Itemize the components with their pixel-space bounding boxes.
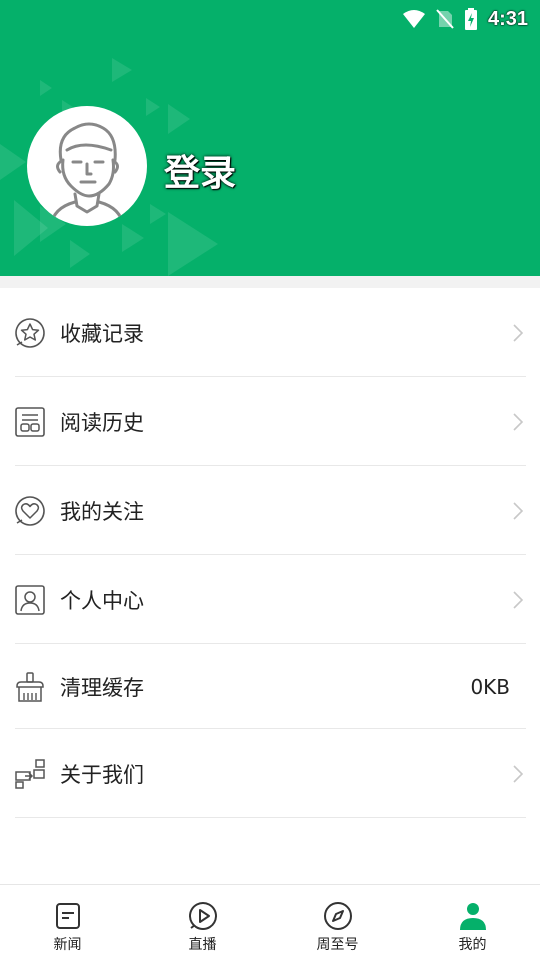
tab-news[interactable]: 新闻 bbox=[0, 885, 135, 960]
menu-item-label: 我的关注 bbox=[60, 499, 144, 524]
profile-header: 4:31 登录 bbox=[0, 0, 540, 276]
divider bbox=[15, 817, 526, 818]
no-sim-icon bbox=[436, 9, 454, 29]
status-bar: 4:31 bbox=[402, 6, 528, 32]
menu-item-label: 收藏记录 bbox=[60, 321, 144, 346]
menu-item-reading-history[interactable]: 阅读历史 bbox=[0, 377, 540, 466]
tab-label: 周至号 bbox=[316, 937, 359, 953]
menu-item-personal-center[interactable]: 个人中心 bbox=[0, 555, 540, 644]
broom-icon bbox=[14, 671, 46, 703]
profile-icon bbox=[458, 901, 488, 931]
menu-item-label: 清理缓存 bbox=[60, 675, 144, 700]
news-icon bbox=[53, 901, 83, 931]
history-icon bbox=[14, 406, 46, 438]
chevron-right-icon bbox=[513, 764, 524, 783]
menu-item-favorites[interactable]: 收藏记录 bbox=[0, 288, 540, 377]
battery-charging-icon bbox=[464, 8, 477, 30]
menu-item-my-follows[interactable]: 我的关注 bbox=[0, 466, 540, 555]
chevron-right-icon bbox=[513, 323, 524, 342]
chevron-right-icon bbox=[513, 412, 524, 431]
person-icon bbox=[14, 584, 46, 616]
bottom-tab-bar: 新闻 直播 周至号 我的 bbox=[0, 884, 540, 960]
menu-item-clear-cache[interactable]: 清理缓存 0KB bbox=[0, 644, 540, 729]
status-time: 4:31 bbox=[487, 7, 528, 30]
tab-mine[interactable]: 我的 bbox=[405, 885, 540, 960]
menu-item-about-us[interactable]: 关于我们 bbox=[0, 729, 540, 818]
chevron-right-icon bbox=[513, 590, 524, 609]
play-icon bbox=[188, 901, 218, 931]
menu-item-label: 关于我们 bbox=[60, 762, 144, 787]
tab-zhouzhi-hao[interactable]: 周至号 bbox=[270, 885, 405, 960]
chevron-right-icon bbox=[513, 501, 524, 520]
menu-item-label: 个人中心 bbox=[60, 588, 144, 613]
heart-icon bbox=[14, 495, 46, 527]
tab-live[interactable]: 直播 bbox=[135, 885, 270, 960]
tab-label: 新闻 bbox=[53, 937, 82, 953]
user-avatar[interactable] bbox=[27, 106, 147, 226]
section-gap bbox=[0, 276, 540, 288]
user-avatar-icon bbox=[49, 122, 125, 226]
about-icon bbox=[14, 758, 46, 790]
login-button[interactable]: 登录 bbox=[164, 144, 236, 196]
menu-list: 收藏记录 阅读历史 我的关注 个人中心 清理缓存 0KB 关于我们 bbox=[0, 288, 540, 818]
menu-item-label: 阅读历史 bbox=[60, 410, 144, 435]
wifi-icon bbox=[402, 10, 425, 28]
cache-size-value: 0KB bbox=[470, 674, 510, 699]
tab-label: 直播 bbox=[188, 937, 217, 953]
compass-icon bbox=[323, 901, 353, 931]
star-icon bbox=[14, 317, 46, 349]
tab-label: 我的 bbox=[458, 937, 487, 953]
